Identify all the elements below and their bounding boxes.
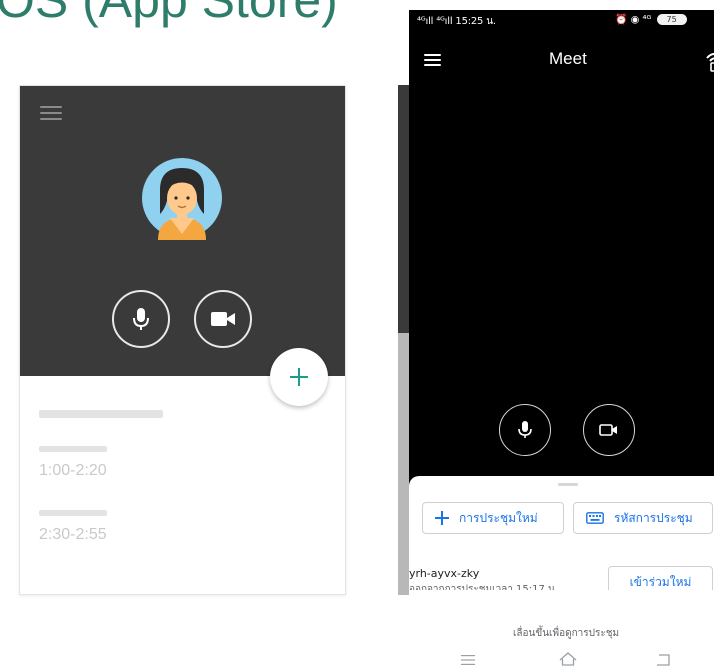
left-camera-button[interactable] xyxy=(194,290,252,348)
new-meeting-button[interactable]: การประชุมใหม่ xyxy=(422,502,564,534)
right-phone-screen: ⁴ᴳıll ⁴ᴳıll 15:25 น. ⏰ ◉ ⁴ᴳ 75 Meet การป… xyxy=(409,10,714,672)
left-mic-button[interactable] xyxy=(112,290,170,348)
sheet-handle[interactable] xyxy=(558,483,578,486)
camera-icon xyxy=(599,424,617,436)
app-title: Meet xyxy=(549,49,587,68)
time-range: 2:30-2:55 xyxy=(39,526,107,543)
new-meeting-label: การประชุมใหม่ xyxy=(459,510,538,525)
plus-icon xyxy=(290,368,308,386)
home-icon[interactable] xyxy=(559,652,577,666)
menu-icon[interactable] xyxy=(40,106,62,120)
left-phone-mock: 1:00-2:20 2:30-2:55 xyxy=(19,85,346,595)
placeholder-line xyxy=(39,446,107,452)
keyboard-icon xyxy=(586,512,604,524)
back-icon[interactable] xyxy=(655,654,671,666)
camera-icon xyxy=(211,312,235,326)
meeting-code-button[interactable]: รหัสการประชุม xyxy=(573,502,713,534)
adjacent-screen-edge xyxy=(398,85,409,333)
meeting-code-label: รหัสการประชุม xyxy=(614,510,693,525)
screenshot: OS (App Store) 1:00-2:20 2:30-2:55 ⁴ᴳıll… xyxy=(0,0,714,672)
status-time: ⁴ᴳıll ⁴ᴳıll 15:25 น. xyxy=(417,16,496,27)
battery-icon: 75 xyxy=(656,14,687,25)
recents-icon[interactable] xyxy=(461,654,475,666)
avatar-icon xyxy=(142,158,222,240)
microphone-button[interactable] xyxy=(499,404,551,456)
recent-meeting-code: yrh-ayvx-zky xyxy=(409,567,480,580)
plus-icon xyxy=(435,511,449,525)
add-fab-button[interactable] xyxy=(270,348,328,406)
menu-icon[interactable] xyxy=(424,54,441,66)
page-heading-fragment: OS (App Store) xyxy=(0,0,338,28)
placeholder-line xyxy=(39,410,163,418)
placeholder-line xyxy=(39,510,107,516)
system-nav-bar xyxy=(409,648,714,672)
audio-output-icon[interactable] xyxy=(705,50,714,72)
camera-button[interactable] xyxy=(583,404,635,456)
rejoin-label: เข้าร่วมใหม่ xyxy=(629,574,692,589)
adjacent-screen-edge xyxy=(398,333,409,595)
time-range: 1:00-2:20 xyxy=(39,462,107,479)
microphone-icon xyxy=(133,308,149,330)
left-video-area xyxy=(20,86,345,376)
microphone-icon xyxy=(518,421,532,438)
status-bar: ⁴ᴳıll ⁴ᴳıll 15:25 น. ⏰ ◉ ⁴ᴳ 75 xyxy=(409,10,714,32)
status-icons: ⏰ ◉ ⁴ᴳ 75 xyxy=(615,14,687,26)
swipe-hint: เลื่อนขึ้นเพื่อดูการประชุม xyxy=(513,628,620,639)
